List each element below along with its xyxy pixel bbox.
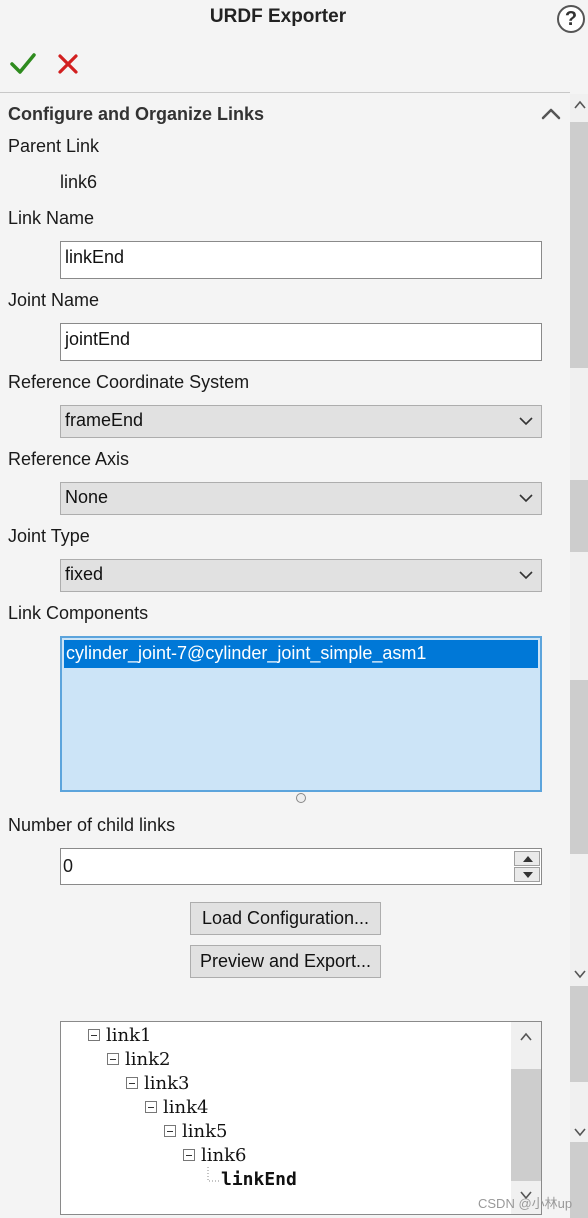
tree-node-selected[interactable]: linkEnd xyxy=(221,1169,297,1190)
link-components-list[interactable]: cylinder_joint-7@cylinder_joint_simple_a… xyxy=(60,636,542,792)
collapse-toggle-icon[interactable] xyxy=(107,1053,119,1065)
chevron-down-icon xyxy=(519,571,533,580)
preview-export-button[interactable]: Preview and Export... xyxy=(190,945,381,978)
close-icon xyxy=(58,54,78,74)
ref-axis-label: Reference Axis xyxy=(8,449,130,469)
joint-type-select[interactable]: fixed xyxy=(60,559,542,592)
panel-scrollbar-thumb[interactable] xyxy=(570,480,588,552)
parent-link-label: Parent Link xyxy=(8,136,100,156)
tree-node[interactable]: link2 xyxy=(125,1049,170,1070)
collapse-toggle-icon[interactable] xyxy=(88,1029,100,1041)
child-links-label: Number of child links xyxy=(8,815,176,835)
ref-coord-select[interactable]: frameEnd xyxy=(60,405,542,438)
panel-scrollbar-thumb[interactable] xyxy=(570,122,588,368)
ref-axis-select[interactable]: None xyxy=(60,482,542,515)
joint-type-selected: fixed xyxy=(65,564,104,584)
tree-node[interactable]: link1 xyxy=(106,1025,151,1046)
watermark: CSDN @小林up xyxy=(478,1196,573,1211)
chevron-down-icon xyxy=(519,494,533,503)
scroll-down-icon[interactable] xyxy=(574,966,586,982)
window-title: URDF Exporter xyxy=(209,6,347,27)
tree-node[interactable]: link4 xyxy=(163,1097,208,1118)
link-tree[interactable]: link1 link2 link3 link4 link5 link6 link… xyxy=(60,1021,542,1215)
parent-link-value: link6 xyxy=(60,172,98,192)
check-icon xyxy=(10,53,36,74)
increment-button[interactable] xyxy=(514,851,540,866)
cancel-button[interactable] xyxy=(56,52,80,76)
link-name-input[interactable]: linkEnd xyxy=(60,241,542,279)
list-item[interactable]: cylinder_joint-7@cylinder_joint_simple_a… xyxy=(64,640,538,668)
joint-name-input[interactable]: jointEnd xyxy=(60,323,542,361)
link-name-label: Link Name xyxy=(8,208,95,228)
section-title: Configure and Organize Links xyxy=(8,104,265,124)
tree-node[interactable]: link5 xyxy=(182,1121,227,1142)
triangle-up-icon xyxy=(523,856,533,862)
collapse-toggle-icon[interactable] xyxy=(164,1125,176,1137)
outer-scrollbar-thumb[interactable] xyxy=(570,986,588,1082)
chevron-up-icon[interactable] xyxy=(539,104,563,124)
tree-scrollbar-thumb[interactable] xyxy=(511,1069,541,1181)
ref-coord-selected: frameEnd xyxy=(65,410,144,430)
child-links-stepper[interactable]: 0 xyxy=(60,848,542,885)
ref-coord-label: Reference Coordinate System xyxy=(8,372,250,392)
link-components-label: Link Components xyxy=(8,603,149,623)
tree-connector xyxy=(207,1167,220,1182)
tree-node[interactable]: link6 xyxy=(201,1145,246,1166)
collapse-toggle-icon[interactable] xyxy=(183,1149,195,1161)
child-links-value[interactable]: 0 xyxy=(63,856,73,877)
scroll-down-icon[interactable] xyxy=(574,1124,586,1140)
decrement-button[interactable] xyxy=(514,867,540,882)
tree-scrollbar[interactable] xyxy=(511,1022,541,1214)
ref-axis-selected: None xyxy=(65,487,109,507)
chevron-down-icon xyxy=(519,417,533,426)
scroll-up-icon[interactable] xyxy=(574,97,586,113)
collapse-toggle-icon[interactable] xyxy=(145,1101,157,1113)
scroll-up-icon[interactable] xyxy=(520,1032,532,1042)
panel-scrollbar-thumb[interactable] xyxy=(570,680,588,854)
load-configuration-button[interactable]: Load Configuration... xyxy=(190,902,381,935)
resize-handle[interactable] xyxy=(296,793,306,803)
tree-node[interactable]: link3 xyxy=(144,1073,189,1094)
header-divider xyxy=(0,92,570,93)
collapse-toggle-icon[interactable] xyxy=(126,1077,138,1089)
triangle-down-icon xyxy=(523,872,533,878)
joint-type-label: Joint Type xyxy=(8,526,90,546)
help-button[interactable]: ? xyxy=(557,5,585,33)
joint-name-label: Joint Name xyxy=(8,290,100,310)
outer-scrollbar-thumb[interactable] xyxy=(570,1142,588,1218)
ok-button[interactable] xyxy=(9,50,37,78)
